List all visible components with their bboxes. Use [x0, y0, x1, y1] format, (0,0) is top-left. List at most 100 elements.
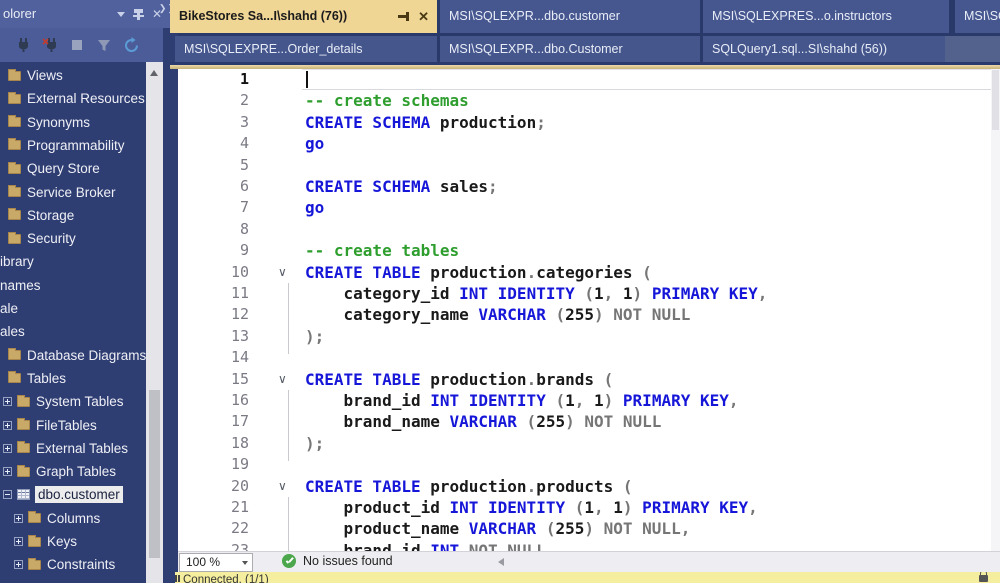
code-line[interactable]: 22 product_name VARCHAR (255) NOT NULL,: [178, 518, 1000, 539]
code-line[interactable]: 11 category_id INT IDENTITY (1, 1) PRIMA…: [178, 283, 1000, 304]
tree-item-query-store[interactable]: Query Store: [0, 157, 146, 180]
tree-item-ales[interactable]: ales: [0, 320, 146, 343]
line-number: 5: [178, 155, 249, 176]
tree-item-dbo-customer[interactable]: dbo.customer: [0, 483, 146, 506]
code-line[interactable]: 13);: [178, 326, 1000, 347]
document-tab[interactable]: MSI\SQLEXPR...dbo.customer: [440, 0, 700, 33]
expand-icon[interactable]: [3, 397, 12, 406]
tree-item-label: names: [0, 278, 41, 293]
scroll-up-arrow-icon[interactable]: [150, 70, 158, 76]
code-line[interactable]: 6CREATE SCHEMA sales;: [178, 176, 1000, 197]
tree-item-external-resources[interactable]: External Resources: [0, 87, 146, 110]
code-line[interactable]: 5: [178, 155, 1000, 176]
tree-item-programmability[interactable]: Programmability: [0, 134, 146, 157]
document-tab[interactable]: MSI\SQ: [955, 0, 1000, 33]
line-number: 6: [178, 176, 249, 197]
expand-icon[interactable]: [3, 444, 12, 453]
chevron-down-icon[interactable]: [117, 12, 125, 17]
pin-icon[interactable]: [137, 9, 140, 20]
folder-icon: [8, 210, 21, 220]
code-line[interactable]: 15∨CREATE TABLE production.brands (: [178, 369, 1000, 390]
close-icon[interactable]: ✕: [418, 0, 429, 33]
ssms-window: { "object_explorer": { "title_partial": …: [0, 0, 1000, 583]
expand-icon[interactable]: [14, 560, 23, 569]
expand-icon[interactable]: [14, 514, 23, 523]
tree-item-database-diagrams[interactable]: Database Diagrams: [0, 344, 146, 367]
indent-guide: [288, 390, 289, 461]
indent-guide: [288, 497, 289, 551]
folder-icon: [8, 117, 21, 127]
fold-collapse-icon[interactable]: ∨: [278, 262, 296, 283]
tree-item-graph-tables[interactable]: Graph Tables: [0, 460, 146, 483]
tree-item-synonyms[interactable]: Synonyms: [0, 111, 146, 134]
folder-icon: [8, 373, 21, 383]
sql-code-editor[interactable]: 12-- create schemas3CREATE SCHEMA produc…: [178, 69, 1000, 551]
tree-item-label: dbo.customer: [35, 486, 123, 503]
tree-item-ale[interactable]: ale: [0, 297, 146, 320]
tree-item-storage[interactable]: Storage: [0, 204, 146, 227]
expand-icon[interactable]: [3, 467, 12, 476]
sidebar-scrollbar-thumb[interactable]: [149, 390, 160, 558]
tree-item-external-tables[interactable]: External Tables: [0, 437, 146, 460]
line-number: 19: [178, 454, 249, 475]
code-text: CREATE TABLE production.brands (: [305, 369, 613, 390]
code-line[interactable]: 16 brand_id INT IDENTITY (1, 1) PRIMARY …: [178, 390, 1000, 411]
tree-item-label: Database Diagrams: [27, 348, 146, 363]
tree-item-label: Tables: [27, 371, 66, 386]
tree-item-security[interactable]: Security: [0, 227, 146, 250]
stop-icon: [68, 36, 86, 54]
zoom-level-dropdown[interactable]: 100 %: [179, 553, 253, 572]
tree-item-constraints[interactable]: Constraints: [0, 553, 146, 576]
connect-icon[interactable]: [14, 36, 32, 54]
code-line[interactable]: 1: [178, 69, 1000, 90]
tree-item-ibrary[interactable]: ibrary: [0, 250, 146, 273]
code-line[interactable]: 19: [178, 454, 1000, 475]
collapse-icon[interactable]: [3, 490, 12, 499]
code-line[interactable]: 20∨CREATE TABLE production.products (: [178, 476, 1000, 497]
tree-item-columns[interactable]: Columns: [0, 507, 146, 530]
code-line[interactable]: 21 product_id INT IDENTITY (1, 1) PRIMAR…: [178, 497, 1000, 518]
document-tab[interactable]: SQLQuery1.sql...SI\shahd (56)): [703, 36, 945, 62]
code-line[interactable]: 9-- create tables: [178, 240, 1000, 261]
line-number: 10: [178, 262, 249, 283]
tree-item-names[interactable]: names: [0, 274, 146, 297]
disconnect-icon[interactable]: [41, 36, 59, 54]
code-text: product_name VARCHAR (255) NOT NULL,: [305, 518, 690, 539]
code-line[interactable]: 14: [178, 347, 1000, 368]
code-line[interactable]: 7go: [178, 197, 1000, 218]
tab-label: MSI\SQLEXPRE...Order_details: [184, 42, 363, 56]
tree-item-keys[interactable]: Keys: [0, 530, 146, 553]
tree-item-tables[interactable]: Tables: [0, 367, 146, 390]
code-line[interactable]: 8: [178, 219, 1000, 240]
code-line[interactable]: 23 brand_id INT NOT NULL,: [178, 540, 1000, 551]
scroll-left-arrow-icon[interactable]: [498, 558, 504, 566]
document-tab[interactable]: MSI\SQLEXPRES...o.instructors: [703, 0, 949, 33]
sidebar-scrollbar[interactable]: [146, 62, 163, 583]
refresh-icon[interactable]: [122, 36, 140, 54]
folder-icon: [8, 350, 21, 360]
fold-collapse-icon[interactable]: ∨: [278, 369, 296, 390]
editor-vertical-scrollbar[interactable]: [991, 69, 1000, 551]
document-tab[interactable]: MSI\SQLEXPR...dbo.Customer: [440, 36, 700, 62]
tree-item-service-broker[interactable]: Service Broker: [0, 181, 146, 204]
code-line[interactable]: 17 brand_name VARCHAR (255) NOT NULL: [178, 411, 1000, 432]
document-tab[interactable]: BikeStores Sa...I\shahd (76))✕: [170, 0, 437, 33]
tree-item-views[interactable]: Views: [0, 64, 146, 87]
connection-icon: [175, 575, 177, 582]
pin-icon[interactable]: [398, 15, 408, 18]
code-line[interactable]: 10∨CREATE TABLE production.categories (: [178, 262, 1000, 283]
document-tab[interactable]: MSI\SQLEXPRE...Order_details: [175, 36, 437, 62]
editor-scrollbar-thumb[interactable]: [992, 70, 999, 130]
code-line[interactable]: 18);: [178, 433, 1000, 454]
tree-item-label: External Resources: [27, 91, 145, 106]
tree-item-filetables[interactable]: FileTables: [0, 414, 146, 437]
code-line[interactable]: 12 category_name VARCHAR (255) NOT NULL: [178, 304, 1000, 325]
code-line[interactable]: 3CREATE SCHEMA production;: [178, 112, 1000, 133]
code-line[interactable]: 4go: [178, 133, 1000, 154]
tree-item-label: Storage: [27, 208, 74, 223]
code-line[interactable]: 2-- create schemas: [178, 90, 1000, 111]
expand-icon[interactable]: [14, 537, 23, 546]
fold-collapse-icon[interactable]: ∨: [278, 476, 296, 497]
tree-item-system-tables[interactable]: System Tables: [0, 390, 146, 413]
expand-icon[interactable]: [3, 421, 12, 430]
